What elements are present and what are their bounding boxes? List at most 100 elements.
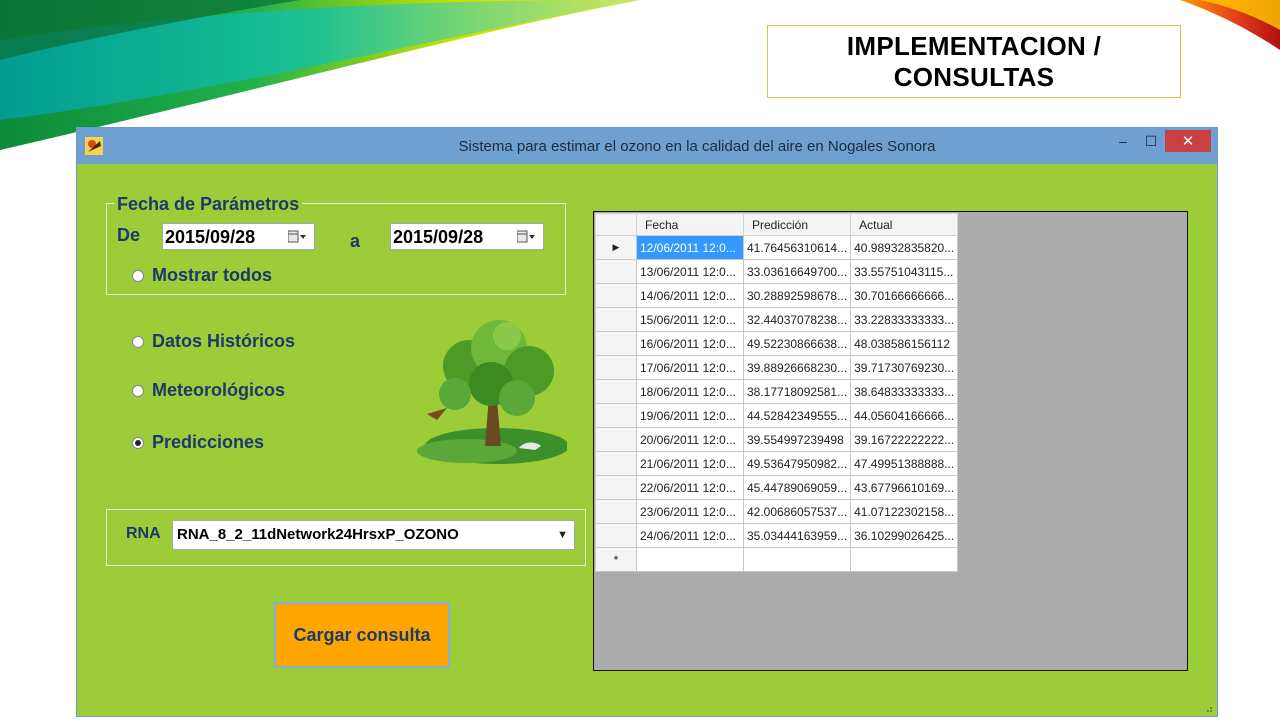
date-from-picker[interactable]: 2015/09/28: [162, 223, 315, 250]
row-header[interactable]: [595, 331, 637, 356]
row-header[interactable]: [595, 403, 637, 428]
app-window: Sistema para estimar el ozono en la cali…: [76, 127, 1218, 717]
cell-fecha[interactable]: 17/06/2011 12:0...: [636, 355, 744, 380]
cell-actual[interactable]: 47.49951388888...: [850, 451, 959, 476]
cell-fecha[interactable]: 23/06/2011 12:0...: [636, 499, 744, 524]
table-row[interactable]: 15/06/2011 12:0... 32.44037078238... 33.22…: [595, 307, 959, 332]
cargar-consulta-button[interactable]: Cargar consulta: [274, 602, 450, 668]
cell-prediccion[interactable]: 42.00686057537...: [742, 499, 852, 524]
radio-mostrar-todos-label: Mostrar todos: [152, 265, 273, 285]
cell-fecha[interactable]: 19/06/2011 12:0...: [636, 403, 744, 428]
radio-predicciones[interactable]: Predicciones: [132, 432, 264, 453]
row-header[interactable]: [595, 259, 637, 284]
tree-illustration: [417, 320, 567, 464]
cell-prediccion[interactable]: 39.88926668230...: [742, 355, 852, 380]
cell-fecha[interactable]: 20/06/2011 12:0...: [636, 427, 744, 452]
cell-actual[interactable]: 30.70166666666...: [850, 283, 959, 308]
table-row[interactable]: 21/06/2011 12:0... 49.53647950982... 47.49…: [595, 451, 959, 476]
cell-actual[interactable]: 43.67796610169...: [850, 475, 959, 500]
row-header[interactable]: [595, 499, 637, 524]
cell-fecha[interactable]: 16/06/2011 12:0...: [636, 331, 744, 356]
cell-fecha[interactable]: 18/06/2011 12:0...: [636, 379, 744, 404]
calendar-dropdown-icon[interactable]: [288, 230, 306, 244]
cell-prediccion[interactable]: 49.52230866638...: [742, 331, 852, 356]
table-row[interactable]: ▶ 12/06/2011 12:0... 41.76456310614... 40.9…: [595, 235, 959, 260]
cell-actual[interactable]: 40.98932835820...: [850, 235, 959, 260]
fecha-parametros-label: Fecha de Parámetros: [114, 194, 303, 215]
row-header-corner[interactable]: [595, 213, 637, 236]
table-row[interactable]: 17/06/2011 12:0... 39.88926668230... 39.71…: [595, 355, 959, 380]
table-row[interactable]: 18/06/2011 12:0... 38.17718092581... 38.64…: [595, 379, 959, 404]
table-row[interactable]: 19/06/2011 12:0... 44.52842349555... 44.05…: [595, 403, 959, 428]
row-header[interactable]: [595, 355, 637, 380]
column-header-actual[interactable]: Actual: [850, 213, 959, 236]
table-row[interactable]: 16/06/2011 12:0... 49.52230866638... 48.03…: [595, 331, 959, 356]
row-header[interactable]: [595, 523, 637, 548]
cell-actual[interactable]: 41.07122302158...: [850, 499, 959, 524]
radio-mostrar-todos[interactable]: Mostrar todos: [132, 265, 272, 286]
cell-fecha[interactable]: 15/06/2011 12:0...: [636, 307, 744, 332]
cell-prediccion[interactable]: 35.03444163959...: [742, 523, 852, 548]
chevron-down-icon[interactable]: ▼: [557, 529, 568, 541]
cell-prediccion[interactable]: 30.28892598678...: [742, 283, 852, 308]
cell-actual[interactable]: 44.05604166666...: [850, 403, 959, 428]
new-row-marker[interactable]: *: [595, 547, 637, 572]
cell-fecha[interactable]: 24/06/2011 12:0...: [636, 523, 744, 548]
table-row[interactable]: 20/06/2011 12:0... 39.554997239498 39.1672…: [595, 427, 959, 452]
cell-prediccion[interactable]: 41.76456310614...: [742, 235, 852, 260]
table-new-row[interactable]: *: [595, 547, 959, 572]
cell-fecha[interactable]: 21/06/2011 12:0...: [636, 451, 744, 476]
resize-grip-icon[interactable]: [1203, 703, 1213, 713]
row-header[interactable]: ▶: [595, 235, 637, 260]
column-header-fecha[interactable]: Fecha: [636, 213, 744, 236]
cell-actual[interactable]: 39.71730769230...: [850, 355, 959, 380]
cell-actual[interactable]: 36.10299026425...: [850, 523, 959, 548]
cell-fecha[interactable]: 14/06/2011 12:0...: [636, 283, 744, 308]
table-row[interactable]: 22/06/2011 12:0... 45.44789069059... 43.67…: [595, 475, 959, 500]
radio-button-icon[interactable]: [132, 384, 144, 397]
radio-button-icon[interactable]: [132, 269, 144, 282]
row-header[interactable]: [595, 427, 637, 452]
radio-meteorologicos[interactable]: Meteorológicos: [132, 380, 285, 401]
cell-prediccion[interactable]: 39.554997239498: [742, 427, 852, 452]
maximize-button[interactable]: ☐: [1139, 130, 1163, 152]
table-row[interactable]: 23/06/2011 12:0... 42.00686057537... 41.07…: [595, 499, 959, 524]
row-header[interactable]: [595, 379, 637, 404]
radio-button-icon[interactable]: [132, 335, 144, 348]
close-button[interactable]: ✕: [1165, 130, 1211, 152]
cell-actual[interactable]: 38.64833333333...: [850, 379, 959, 404]
table-row[interactable]: 14/06/2011 12:0... 30.28892598678... 30.70…: [595, 283, 959, 308]
radio-datos-historicos[interactable]: Datos Históricos: [132, 331, 295, 352]
radio-button-selected-icon[interactable]: [132, 436, 144, 449]
new-row-cell[interactable]: [850, 547, 959, 572]
cell-actual[interactable]: 33.22833333333...: [850, 307, 959, 332]
cell-actual[interactable]: 33.55751043115...: [850, 259, 959, 284]
cell-fecha[interactable]: 12/06/2011 12:0...: [636, 235, 744, 260]
row-header[interactable]: [595, 283, 637, 308]
date-to-picker[interactable]: 2015/09/28: [390, 223, 544, 250]
cell-prediccion[interactable]: 44.52842349555...: [742, 403, 852, 428]
cell-fecha[interactable]: 13/06/2011 12:0...: [636, 259, 744, 284]
table-row[interactable]: 24/06/2011 12:0... 35.03444163959... 36.10…: [595, 523, 959, 548]
row-header[interactable]: [595, 451, 637, 476]
rna-select[interactable]: RNA_8_2_11dNetwork24HrsxP_OZONO ▼: [172, 520, 575, 550]
cell-fecha[interactable]: 22/06/2011 12:0...: [636, 475, 744, 500]
date-to-value: 2015/09/28: [393, 227, 484, 247]
cell-prediccion[interactable]: 45.44789069059...: [742, 475, 852, 500]
new-row-cell[interactable]: [742, 547, 852, 572]
results-data-grid[interactable]: Fecha Predicción Actual ▶ 12/06/2011 12:0…: [593, 211, 1188, 671]
minimize-button[interactable]: ‒: [1111, 130, 1135, 152]
window-titlebar[interactable]: Sistema para estimar el ozono en la cali…: [77, 128, 1217, 164]
cell-actual[interactable]: 39.16722222222...: [850, 427, 959, 452]
cell-prediccion[interactable]: 38.17718092581...: [742, 379, 852, 404]
cell-prediccion[interactable]: 49.53647950982...: [742, 451, 852, 476]
cell-prediccion[interactable]: 32.44037078238...: [742, 307, 852, 332]
column-header-prediccion[interactable]: Predicción: [742, 213, 852, 236]
calendar-dropdown-icon[interactable]: [517, 230, 535, 244]
row-header[interactable]: [595, 307, 637, 332]
cell-prediccion[interactable]: 33.03616649700...: [742, 259, 852, 284]
table-row[interactable]: 13/06/2011 12:0... 33.03616649700... 33.55…: [595, 259, 959, 284]
new-row-cell[interactable]: [636, 547, 744, 572]
row-header[interactable]: [595, 475, 637, 500]
cell-actual[interactable]: 48.038586156112: [850, 331, 959, 356]
